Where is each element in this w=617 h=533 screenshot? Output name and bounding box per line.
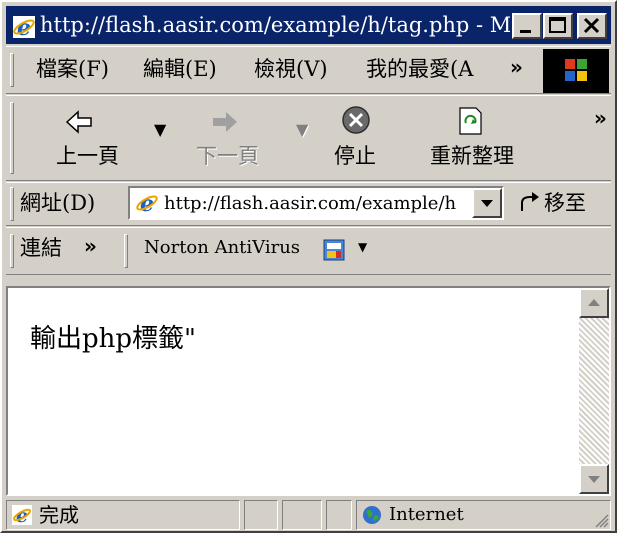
resize-grip[interactable] <box>592 511 610 529</box>
zone-label: Internet <box>389 504 464 525</box>
address-label: 網址(D) <box>20 191 96 215</box>
refresh-icon <box>459 107 482 135</box>
menu-bar: 檔案(F) 編輯(E) 檢視(V) 我的最愛(A » <box>6 46 611 94</box>
status-panel-4 <box>326 500 352 530</box>
menu-more-chevron[interactable]: » <box>510 55 523 79</box>
toolbar-more-chevron[interactable]: » <box>594 106 607 130</box>
scroll-down-button[interactable] <box>579 464 609 494</box>
windows-logo <box>543 49 609 93</box>
go-arrow-icon <box>521 192 539 211</box>
page-ie-icon: e <box>135 191 159 216</box>
menu-edit[interactable]: 編輯(E) <box>143 47 217 91</box>
links-bar: 連結 » Norton AntiVirus ▼ <box>6 227 611 275</box>
browser-window: e http://flash.aasir.com/example/h/tag.p… <box>0 0 617 533</box>
address-bar: 網址(D) e 移至 <box>6 182 611 226</box>
status-panel-main: e 完成 <box>6 500 240 530</box>
status-zone-panel: Internet <box>356 500 611 530</box>
back-arrow-icon <box>65 110 92 134</box>
page-text: 輸出php標籤" <box>30 324 196 354</box>
ie-logo-icon: e <box>12 13 36 41</box>
links-more-chevron[interactable]: » <box>84 234 97 258</box>
stop-button[interactable]: 停止 <box>328 104 388 168</box>
address-field[interactable]: e <box>128 186 504 220</box>
page-status-icon: e <box>12 505 32 526</box>
forward-button[interactable]: 下一頁 <box>186 104 276 168</box>
menu-bar-grip[interactable] <box>10 53 14 87</box>
scroll-up-button[interactable] <box>579 288 609 318</box>
forward-arrow-icon <box>213 112 237 132</box>
close-button[interactable] <box>577 13 607 39</box>
globe-icon <box>363 506 381 524</box>
forward-dropdown-arrow[interactable]: ▼ <box>296 120 308 139</box>
title-bar[interactable]: e http://flash.aasir.com/example/h/tag.p… <box>6 6 611 44</box>
status-bar: e 完成 Internet <box>6 498 611 531</box>
status-text: 完成 <box>39 503 79 527</box>
svg-text:e: e <box>17 15 31 39</box>
vertical-scrollbar[interactable] <box>579 288 609 494</box>
minimize-button[interactable] <box>512 13 542 39</box>
links-label[interactable]: 連結 <box>20 228 62 268</box>
forward-label: 下一頁 <box>196 144 259 168</box>
norton-icon[interactable] <box>322 238 346 262</box>
address-input[interactable] <box>164 189 466 217</box>
standard-toolbar: 上一頁 ▼ 下一頁 ▼ 停止 重新整理 » <box>6 95 611 181</box>
back-dropdown-arrow[interactable]: ▼ <box>154 120 166 139</box>
address-grip[interactable] <box>10 187 14 221</box>
page-content: 輸出php標籤" <box>6 286 611 496</box>
norton-grip[interactable] <box>124 234 128 268</box>
maximize-button[interactable] <box>543 13 573 39</box>
back-button[interactable]: 上一頁 <box>46 104 126 168</box>
menu-view[interactable]: 檢視(V) <box>254 47 328 91</box>
address-dropdown-button[interactable] <box>472 188 502 218</box>
norton-dropdown-arrow[interactable]: ▼ <box>358 240 367 254</box>
status-panel-2 <box>244 500 278 530</box>
status-panel-3 <box>282 500 322 530</box>
links-grip[interactable] <box>10 234 14 268</box>
stop-icon <box>342 106 370 134</box>
refresh-label: 重新整理 <box>430 144 514 168</box>
back-label: 上一頁 <box>56 144 119 168</box>
go-label: 移至 <box>544 191 586 215</box>
menu-favorites[interactable]: 我的最愛(A <box>366 47 473 91</box>
norton-antivirus-button[interactable]: Norton AntiVirus <box>144 228 300 268</box>
toolbar-grip[interactable] <box>10 102 14 174</box>
window-title: http://flash.aasir.com/example/h/tag.php… <box>40 13 510 37</box>
refresh-button[interactable]: 重新整理 <box>418 104 538 168</box>
stop-label: 停止 <box>334 144 376 168</box>
menu-file[interactable]: 檔案(F) <box>36 47 109 91</box>
